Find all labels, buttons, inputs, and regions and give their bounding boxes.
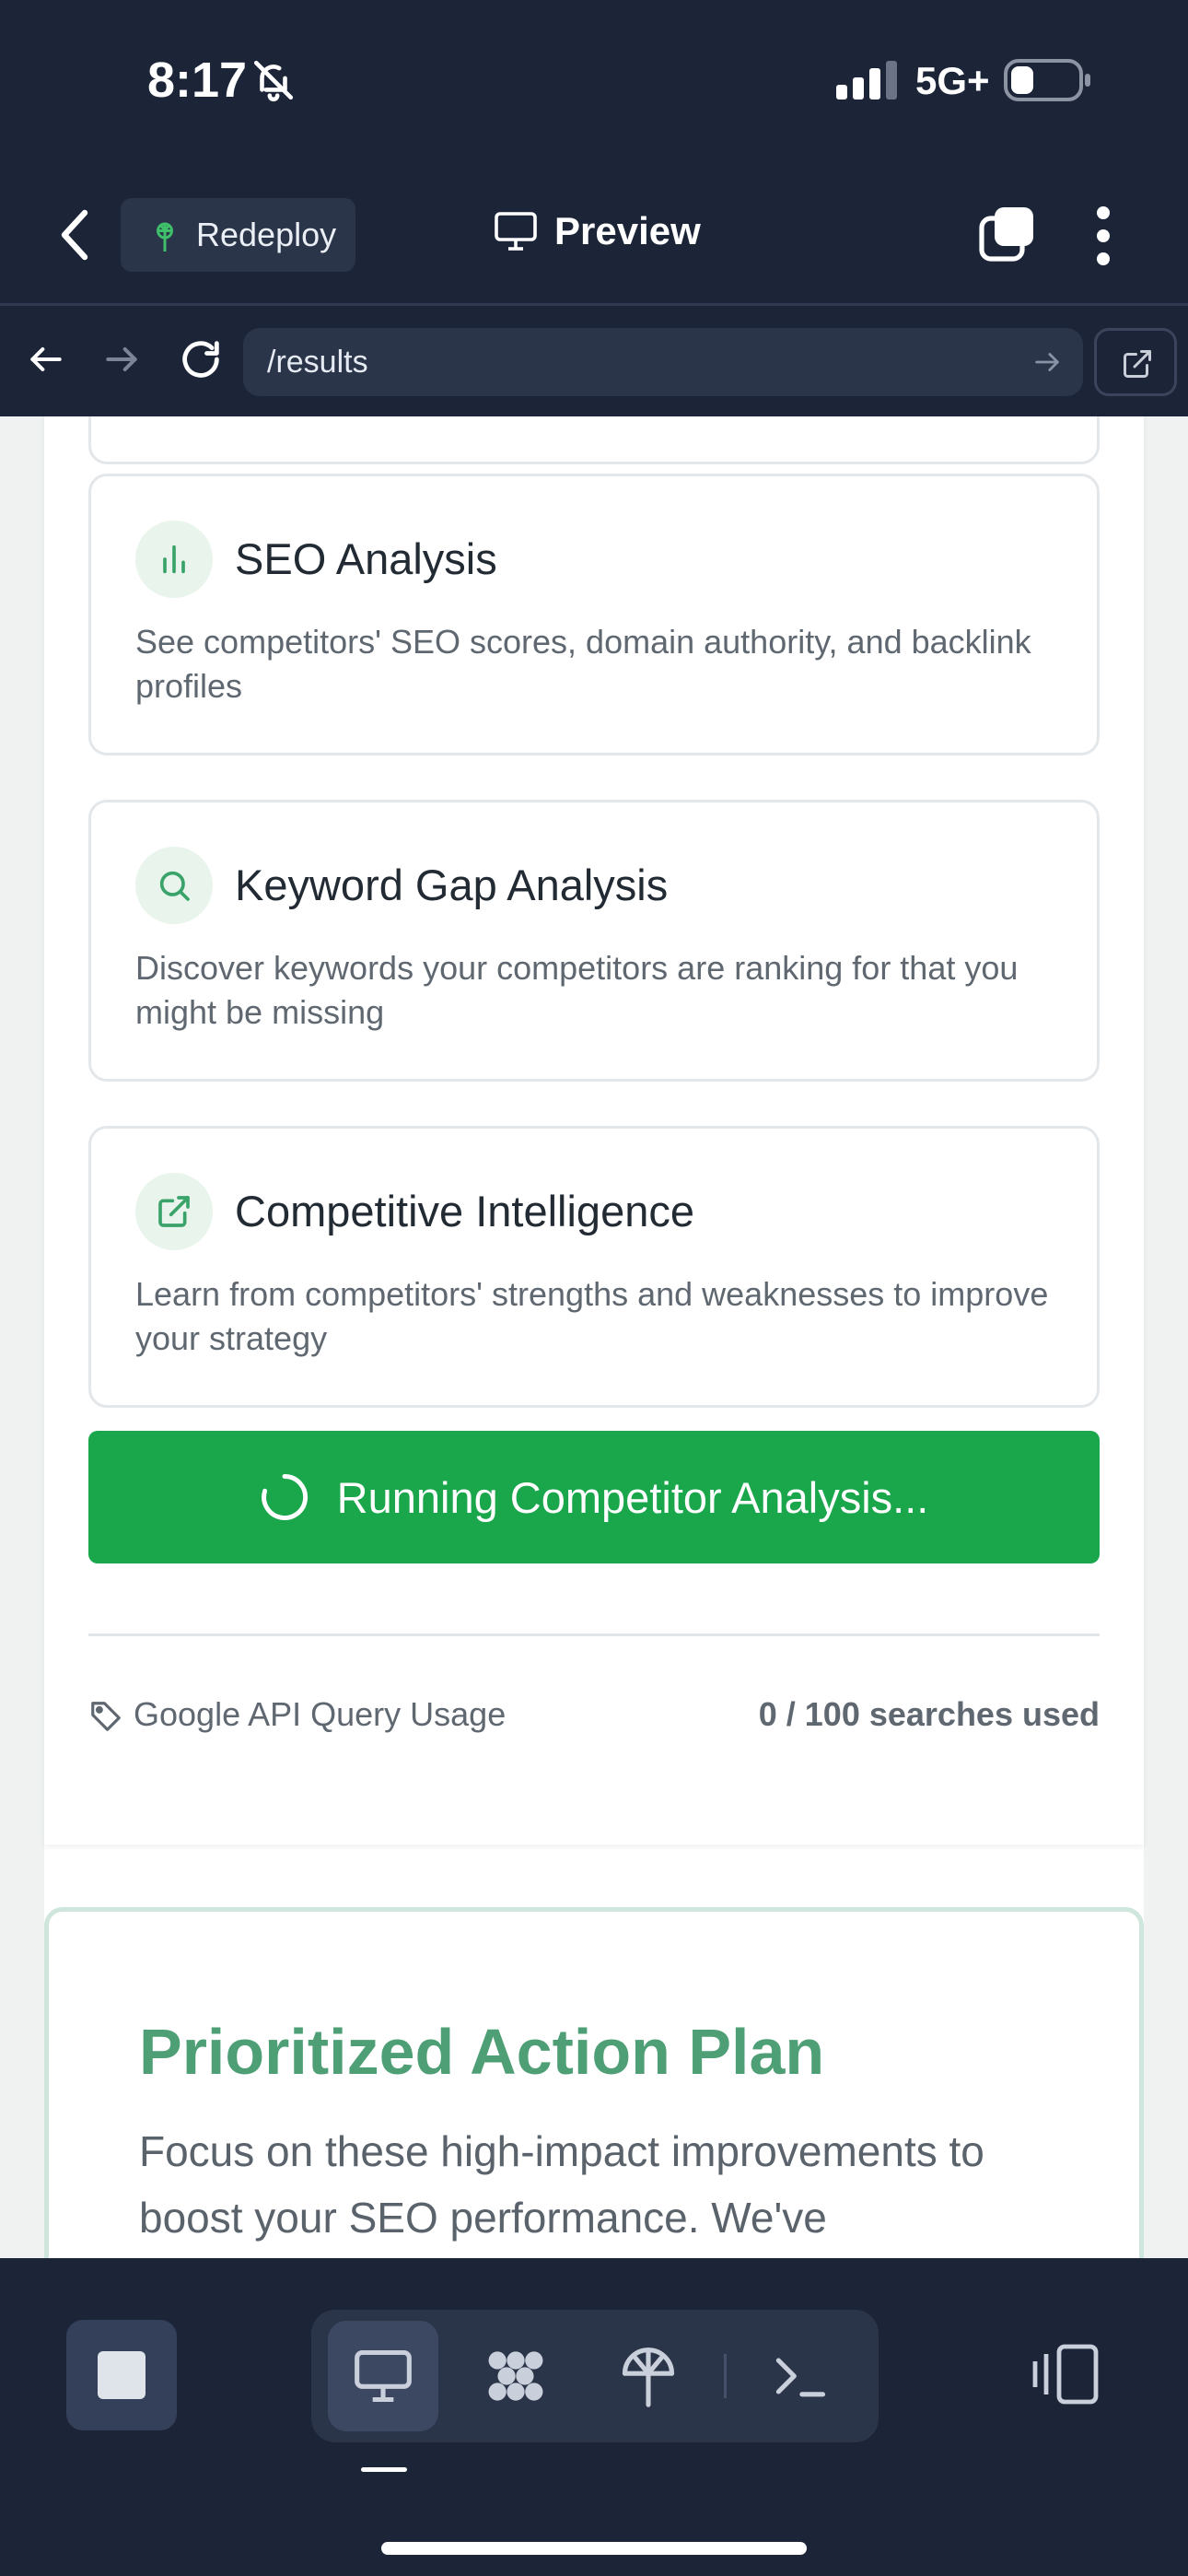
action-plan-card: Prioritized Action Plan Focus on these h…: [44, 1907, 1144, 2258]
signal-icon: [836, 61, 897, 100]
tool-console[interactable]: [744, 2321, 855, 2431]
app-header: Redeploy Preview: [0, 161, 1188, 306]
feature-description: See competitors' SEO scores, domain auth…: [135, 623, 1031, 705]
terminal-icon: [775, 2358, 826, 2397]
browser-bar: [0, 306, 1188, 416]
stop-icon: [98, 2351, 146, 2399]
layout-switch-icon[interactable]: [1030, 2343, 1100, 2406]
active-tool-indicator: [361, 2467, 407, 2472]
preview-title: Preview: [494, 209, 701, 253]
divider: [88, 1633, 1100, 1636]
battery-icon: [1004, 59, 1090, 101]
feature-card-seo-analysis: SEO Analysis See competitors' SEO scores…: [88, 474, 1100, 755]
status-bar: 8:17 5G+: [0, 0, 1188, 161]
bell-muted-icon: [253, 60, 294, 102]
tool-group: [311, 2310, 879, 2442]
redeploy-button[interactable]: Redeploy: [121, 198, 355, 272]
run-analysis-label: Running Competitor Analysis...: [336, 1472, 929, 1522]
arrow-left-icon[interactable]: [26, 339, 66, 380]
feature-card-previous: [88, 416, 1100, 464]
arrow-right-icon[interactable]: [101, 339, 142, 380]
tool-preview[interactable]: [328, 2321, 438, 2431]
external-link-icon: [135, 1173, 213, 1250]
action-plan-description: Focus on these high-impact improvements …: [139, 2127, 984, 2242]
workflow-icon: [488, 2351, 543, 2401]
feature-card-competitive-intelligence: Competitive Intelligence Learn from comp…: [88, 1126, 1100, 1408]
tool-workflows[interactable]: [460, 2321, 571, 2431]
search-icon: [135, 847, 213, 924]
deploy-icon: [622, 2348, 675, 2407]
monitor-icon: [355, 2349, 412, 2403]
url-input[interactable]: [267, 328, 1004, 396]
usage-label: Google API Query Usage: [134, 1695, 507, 1733]
open-external-icon: [1124, 350, 1151, 378]
back-chevron-icon[interactable]: [57, 207, 94, 263]
more-vertical-icon[interactable]: [1089, 204, 1118, 268]
run-analysis-button[interactable]: Running Competitor Analysis...: [88, 1431, 1100, 1563]
go-arrow-icon[interactable]: [1031, 346, 1063, 378]
open-external-button[interactable]: [1094, 328, 1177, 396]
feature-description: Discover keywords your competitors are r…: [135, 949, 1019, 1031]
home-indicator: [381, 2542, 807, 2555]
reload-icon[interactable]: [177, 335, 225, 383]
preview-label: Preview: [554, 209, 701, 252]
url-bar[interactable]: [243, 328, 1083, 396]
feature-card-keyword-gap: Keyword Gap Analysis Discover keywords y…: [88, 800, 1100, 1082]
action-plan-title: Prioritized Action Plan: [139, 2016, 825, 2088]
monitor-icon: [495, 212, 537, 251]
deploy-icon: [157, 222, 173, 252]
tool-deploy[interactable]: [593, 2321, 704, 2431]
spinner-icon: [261, 1474, 308, 1520]
feature-title: SEO Analysis: [235, 534, 497, 583]
bottom-toolbar: [0, 2258, 1188, 2576]
bar-chart-icon: [135, 521, 213, 598]
tag-icon: [91, 1702, 121, 1731]
feature-title: Competitive Intelligence: [235, 1187, 694, 1235]
redeploy-label: Redeploy: [196, 216, 337, 253]
competitor-analysis-card: SEO Analysis See competitors' SEO scores…: [44, 416, 1144, 1844]
status-time: 8:17: [147, 53, 248, 108]
tabs-icon[interactable]: [978, 205, 1037, 264]
stop-button[interactable]: [66, 2320, 177, 2430]
page-content: SEO Analysis See competitors' SEO scores…: [0, 416, 1188, 2258]
toolbar-separator: [724, 2354, 727, 2398]
feature-description: Learn from competitors' strengths and we…: [135, 1275, 1049, 1357]
network-label: 5G+: [915, 59, 990, 102]
usage-value: 0 / 100 searches used: [758, 1695, 1100, 1733]
feature-title: Keyword Gap Analysis: [235, 861, 669, 909]
